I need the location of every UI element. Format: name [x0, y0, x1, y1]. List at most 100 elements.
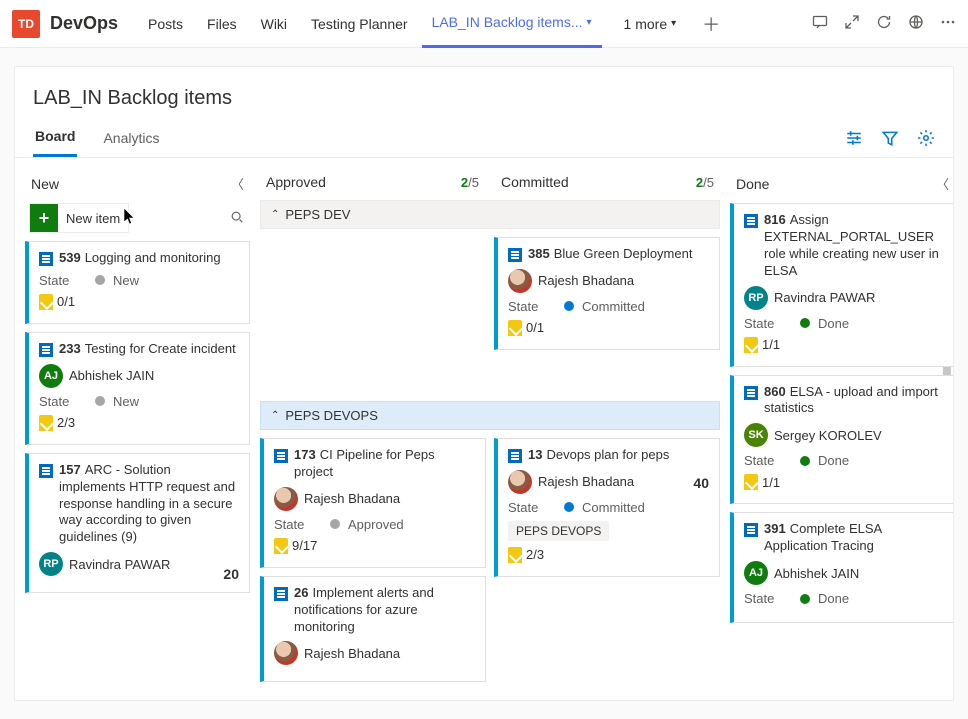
page-title: LAB_IN Backlog items: [15, 83, 953, 128]
state-label: State: [39, 273, 87, 288]
work-item-card[interactable]: 157ARC - Solution implements HTTP reques…: [25, 453, 250, 593]
tab-wiki[interactable]: Wiki: [251, 0, 297, 48]
effort-value: 40: [693, 475, 709, 491]
collapse-column-icon[interactable]: 〈: [936, 174, 949, 193]
refresh-icon[interactable]: [876, 14, 892, 33]
task-progress[interactable]: 0/1: [508, 320, 544, 336]
gear-icon[interactable]: [917, 129, 935, 150]
column-title: Approved: [266, 174, 461, 190]
card-title: 157ARC - Solution implements HTTP reques…: [59, 462, 239, 546]
state-value: Done: [818, 453, 849, 468]
column-new: New 〈 + New item 539Logging and monitori…: [25, 168, 250, 690]
backlog-item-icon: [39, 343, 53, 357]
column-title: New: [31, 176, 231, 192]
chevron-up-icon: ⌃: [271, 209, 279, 220]
state-label: State: [508, 500, 556, 515]
work-item-card[interactable]: 173CI Pipeline for Peps project Rajesh B…: [260, 438, 486, 568]
middle-columns: Approved 2/5 Committed 2/5 ⌃ PEPS DEV: [260, 168, 720, 690]
subtab-board[interactable]: Board: [33, 128, 77, 157]
backlog-item-icon: [744, 523, 758, 537]
task-progress[interactable]: 2/3: [39, 415, 75, 431]
state-value: Approved: [348, 517, 404, 532]
board-options-icon[interactable]: [845, 129, 863, 150]
lane-committed-dev[interactable]: 385Blue Green Deployment Rajesh Bhadana …: [494, 237, 720, 387]
chevron-down-icon: ▾: [587, 17, 592, 28]
assignee-name: Ravindra PAWAR: [774, 290, 875, 305]
column-done: Done 〈 816Assign EXTERNAL_PORTAL_USER ro…: [730, 168, 953, 690]
chevron-down-icon: ▾: [671, 18, 676, 29]
state-value: New: [113, 394, 139, 409]
assignee-name: Rajesh Bhadana: [538, 474, 634, 489]
team-avatar[interactable]: TD: [12, 10, 40, 38]
lane-approved-dev[interactable]: [260, 237, 486, 387]
tab-testing-planner[interactable]: Testing Planner: [301, 0, 418, 48]
state-dot-icon: [330, 519, 340, 529]
conversation-icon[interactable]: [812, 14, 828, 33]
search-icon[interactable]: [230, 210, 250, 227]
state-label: State: [39, 394, 87, 409]
state-dot-icon: [800, 456, 810, 466]
work-item-card[interactable]: 385Blue Green Deployment Rajesh Bhadana …: [494, 237, 720, 350]
swimlane-header[interactable]: ⌃ PEPS DEVOPS: [260, 401, 720, 430]
task-icon: [508, 547, 522, 563]
work-item-card[interactable]: 539Logging and monitoring StateNew 0/1: [25, 241, 250, 324]
task-progress[interactable]: 0/1: [39, 294, 75, 310]
work-item-card[interactable]: 233Testing for Create incident AJAbhishe…: [25, 332, 250, 445]
task-progress[interactable]: 2/3: [508, 547, 544, 563]
tab-files[interactable]: Files: [197, 0, 247, 48]
card-title: 26Implement alerts and notifications for…: [294, 585, 475, 636]
state-dot-icon: [800, 318, 810, 328]
add-tab-button[interactable]: ＋: [702, 11, 720, 37]
state-dot-icon: [564, 301, 574, 311]
tab-backlog-label: LAB_IN Backlog items...: [432, 14, 583, 30]
swimlane-title: PEPS DEV: [285, 207, 350, 222]
task-icon: [274, 538, 288, 554]
card-title: 13Devops plan for peps: [528, 447, 669, 464]
task-icon: [744, 474, 758, 490]
assignee-name: Rajesh Bhadana: [304, 646, 400, 661]
swimlane-header[interactable]: ⌃ PEPS DEV: [260, 200, 720, 229]
lane-approved-devops[interactable]: 173CI Pipeline for Peps project Rajesh B…: [260, 438, 486, 690]
board-subtabs: Board Analytics: [15, 128, 953, 158]
state-value: Done: [818, 316, 849, 331]
filter-icon[interactable]: [881, 129, 899, 150]
tab-posts[interactable]: Posts: [138, 0, 193, 48]
new-item-button[interactable]: + New item: [29, 203, 129, 233]
tag-pill[interactable]: PEPS DEVOPS: [508, 521, 609, 541]
new-item-label: New item: [58, 211, 128, 226]
swimlane-title: PEPS DEVOPS: [285, 408, 377, 423]
work-item-card[interactable]: 26Implement alerts and notifications for…: [260, 576, 486, 683]
task-icon: [39, 294, 53, 310]
avatar: [274, 487, 298, 511]
more-options-icon[interactable]: [940, 14, 956, 33]
work-item-card[interactable]: 13Devops plan for peps Rajesh Bhadana 40…: [494, 438, 720, 577]
globe-icon[interactable]: [908, 14, 924, 33]
more-tabs-label: 1 more: [624, 16, 668, 32]
backlog-item-icon: [274, 449, 288, 463]
card-title: 233Testing for Create incident: [59, 341, 236, 358]
tab-backlog-items[interactable]: LAB_IN Backlog items... ▾: [422, 0, 602, 48]
collapse-column-icon[interactable]: 〈: [231, 174, 244, 193]
task-progress[interactable]: 9/17: [274, 538, 317, 554]
assignee-name: Abhishek JAIN: [774, 566, 859, 581]
subtab-analytics[interactable]: Analytics: [101, 130, 161, 156]
state-value: Done: [818, 591, 849, 606]
card-title: 391Complete ELSA Application Tracing: [764, 521, 944, 555]
state-label: State: [744, 316, 792, 331]
work-item-card[interactable]: 816Assign EXTERNAL_PORTAL_USER role whil…: [730, 203, 953, 367]
state-label: State: [274, 517, 322, 532]
task-progress[interactable]: 1/1: [744, 337, 780, 353]
expand-icon[interactable]: [844, 14, 860, 33]
lane-committed-devops[interactable]: 13Devops plan for peps Rajesh Bhadana 40…: [494, 438, 720, 690]
top-bar: TD DevOps Posts Files Wiki Testing Plann…: [0, 0, 968, 48]
tab-more[interactable]: 1 more ▾: [614, 0, 687, 48]
task-progress[interactable]: 1/1: [744, 474, 780, 490]
avatar: [508, 269, 532, 293]
board-columns: New 〈 + New item 539Logging and monitori…: [15, 158, 953, 700]
backlog-item-icon: [274, 587, 288, 601]
card-title: 173CI Pipeline for Peps project: [294, 447, 475, 481]
top-actions: [812, 14, 956, 33]
work-item-card[interactable]: 860ELSA - upload and import statistics S…: [730, 375, 953, 505]
avatar: RP: [39, 552, 63, 576]
work-item-card[interactable]: 391Complete ELSA Application Tracing AJA…: [730, 512, 953, 623]
